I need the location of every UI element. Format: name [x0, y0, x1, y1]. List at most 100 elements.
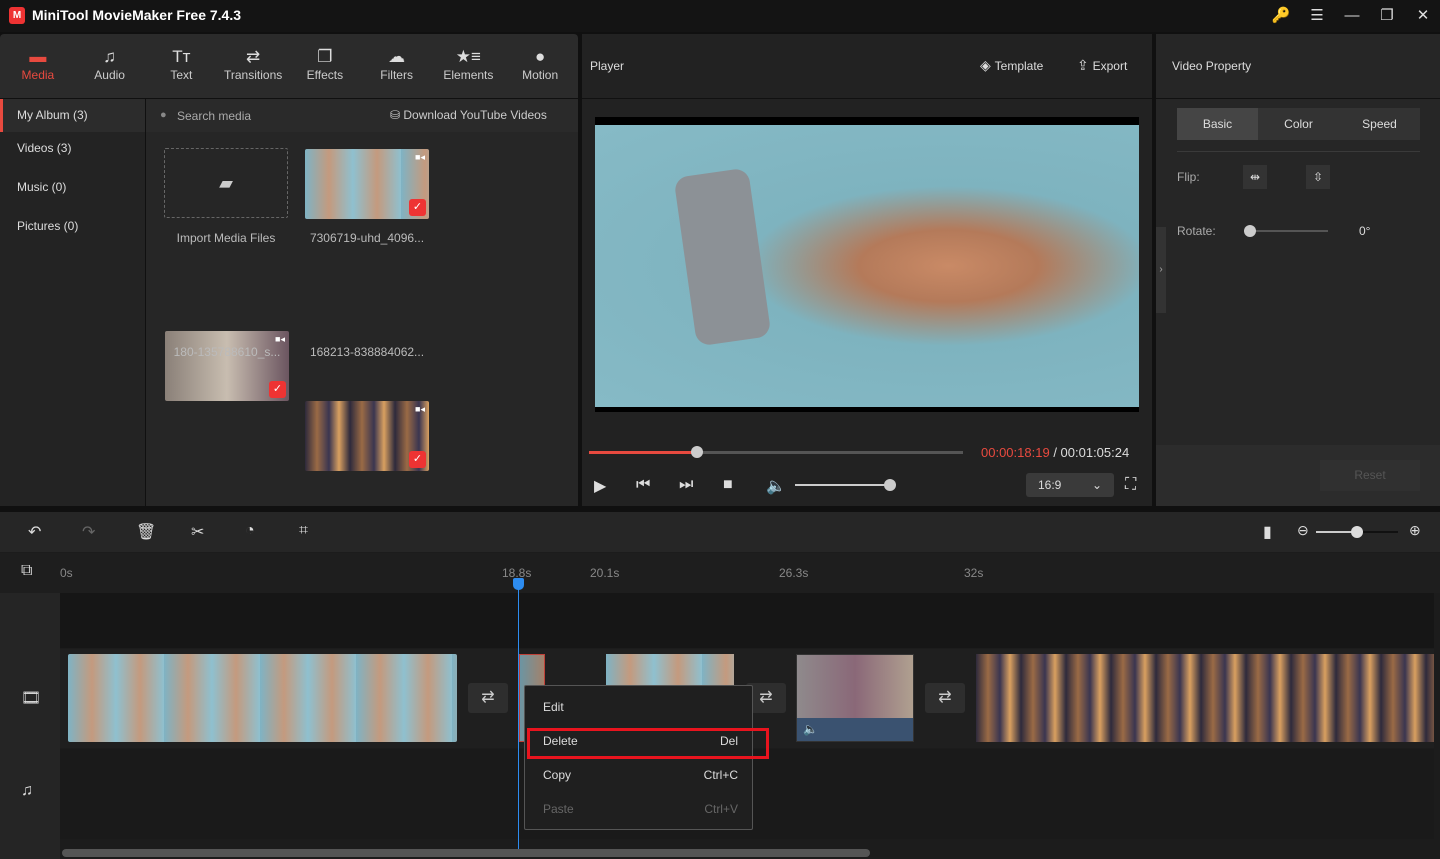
crop-icon[interactable]: ⌗: [299, 522, 308, 540]
minimize-button[interactable]: —: [1340, 6, 1364, 26]
import-media-button[interactable]: ▰: [164, 148, 288, 218]
media-name: 180-135788610_s...: [173, 345, 281, 359]
transition-button[interactable]: ⇄: [468, 683, 508, 713]
video-clip[interactable]: [68, 654, 457, 742]
rotate-label: Rotate:: [1177, 224, 1216, 238]
property-tab-speed[interactable]: Speed: [1339, 108, 1420, 140]
speed-icon[interactable]: ◔: [245, 522, 255, 540]
tab-audio[interactable]: ♫ Audio: [74, 34, 146, 98]
folder-icon: ▬: [29, 47, 47, 66]
add-track-icon[interactable]: ⧉: [21, 562, 32, 580]
music-track-icon: ♫: [21, 782, 33, 799]
sidebar-item[interactable]: My Album (3): [0, 99, 145, 132]
ruler-tick: 20.1s: [590, 566, 620, 580]
tab-transitions[interactable]: ⇄ Transitions: [217, 34, 289, 98]
flip-vertical-button[interactable]: ⇳: [1306, 165, 1330, 189]
stop-button[interactable]: ■: [723, 476, 733, 494]
previous-frame-button[interactable]: ⏮: [636, 476, 650, 494]
menu-item-edit[interactable]: Edit: [543, 700, 738, 720]
redo-button[interactable]: ↷: [82, 522, 95, 542]
aspect-value: 16:9: [1038, 478, 1062, 492]
player-panel: Player ◈ Template ⇪ Export 00:00:18:19 /…: [582, 34, 1152, 506]
main-toolbar: ▬ Media ♫ Audio Tт Text ⇄ Transitions ❐ Effects ☁ F…: [0, 34, 578, 98]
aspect-ratio-select[interactable]: 16:9 ⌄: [1026, 473, 1114, 497]
rotate-slider[interactable]: [1244, 225, 1328, 237]
progress-slider[interactable]: [589, 446, 963, 458]
media-name: 7306719-uhd_4096...: [309, 231, 425, 245]
property-tab-color[interactable]: Color: [1258, 108, 1339, 140]
video-clip[interactable]: 🔈: [796, 654, 914, 742]
app-title: MiniTool MovieMaker Free 7.4.3: [32, 7, 242, 23]
tab-elements[interactable]: ★≡ Elements: [433, 34, 505, 98]
fit-timeline-icon[interactable]: ▮: [1263, 522, 1272, 542]
next-frame-button[interactable]: ⏭: [679, 476, 693, 494]
collapse-panel-button[interactable]: ›: [1156, 227, 1166, 313]
album-sidebar: My Album (3) Videos (3) Music (0) Pictures …: [0, 99, 145, 506]
search-input[interactable]: Search media: [177, 109, 251, 123]
ruler-tick: 0s: [60, 566, 73, 580]
zoom-slider[interactable]: [1316, 526, 1398, 538]
app-logo: M: [9, 7, 25, 24]
ruler-tick: 26.3s: [779, 566, 809, 580]
transition-button[interactable]: ⇄: [925, 683, 965, 713]
video-preview[interactable]: [595, 117, 1139, 412]
highlight-box: [527, 728, 769, 759]
undo-button[interactable]: ↶: [28, 522, 41, 542]
media-library: ● Search media ⛁ Download YouTube Videos…: [146, 99, 578, 506]
flip-horizontal-button[interactable]: ⇹: [1243, 165, 1267, 189]
flip-label: Flip:: [1177, 170, 1200, 184]
tab-motion[interactable]: ● Motion: [504, 34, 576, 98]
menu-icon[interactable]: ☰: [1305, 6, 1329, 26]
title-bar: M MiniTool MovieMaker Free 7.4.3 🔑 ☰ — ❐…: [0, 0, 1440, 32]
export-button[interactable]: ⇪ Export: [1077, 57, 1127, 74]
zoom-in-icon[interactable]: ⊕: [1409, 522, 1421, 539]
rotate-value: 0°: [1359, 224, 1371, 238]
ruler-tick: 32s: [964, 566, 984, 580]
video-icon: ■◂: [275, 334, 285, 344]
music-icon: ♫: [103, 47, 116, 66]
folder-icon: ▰: [219, 173, 233, 193]
youtube-icon: ⛁: [390, 108, 404, 122]
delete-icon[interactable]: 🗑: [136, 522, 156, 542]
menu-item-copy[interactable]: Copy Ctrl+C: [543, 768, 738, 788]
volume-icon[interactable]: 🔈: [766, 476, 786, 496]
property-tab-basic[interactable]: Basic: [1177, 108, 1258, 140]
fullscreen-icon[interactable]: ⛶: [1125, 476, 1136, 494]
playhead[interactable]: [513, 578, 524, 849]
tab-media[interactable]: ▬ Media: [2, 34, 74, 98]
elements-icon: ★≡: [455, 47, 481, 66]
media-item[interactable]: ■◂ ✓: [305, 401, 429, 471]
scissors-icon[interactable]: ✂: [191, 522, 204, 542]
sidebar-item[interactable]: Pictures (0): [0, 210, 145, 249]
check-icon: ✓: [409, 199, 426, 216]
clip-audio-icon: 🔈: [797, 718, 913, 741]
sidebar-item[interactable]: Music (0): [0, 171, 145, 210]
video-clip[interactable]: [976, 654, 1434, 742]
chevron-down-icon: ⌄: [1091, 478, 1102, 492]
horizontal-scrollbar[interactable]: [62, 849, 870, 857]
play-button[interactable]: ▶: [594, 476, 606, 496]
download-youtube-button[interactable]: ⛁ Download YouTube Videos: [390, 108, 547, 122]
layers-icon: ◈: [980, 57, 995, 73]
upload-icon: ⇪: [1077, 57, 1093, 73]
total-time: / 00:01:05:24: [1053, 445, 1130, 460]
close-button[interactable]: ✕: [1411, 6, 1435, 26]
template-button[interactable]: ◈ Template: [980, 57, 1043, 74]
tab-effects[interactable]: ❐ Effects: [289, 34, 361, 98]
volume-slider[interactable]: [795, 479, 896, 491]
tab-filters[interactable]: ☁ Filters: [361, 34, 433, 98]
key-icon[interactable]: 🔑: [1269, 6, 1293, 26]
tab-text[interactable]: Tт Text: [146, 34, 218, 98]
import-label: Import Media Files: [176, 231, 276, 245]
current-time: 00:00:18:19: [981, 445, 1050, 460]
check-icon: ✓: [269, 381, 286, 398]
menu-item-paste[interactable]: Paste Ctrl+V: [543, 802, 738, 822]
reset-button[interactable]: Reset: [1320, 460, 1420, 491]
zoom-out-icon[interactable]: ⊖: [1297, 522, 1309, 539]
maximize-button[interactable]: ❐: [1375, 6, 1399, 26]
media-item[interactable]: ■◂ ✓: [305, 149, 429, 219]
media-item[interactable]: ■◂ ✓: [165, 331, 289, 401]
check-icon: ✓: [409, 451, 426, 468]
property-title: Video Property: [1172, 59, 1252, 73]
sidebar-item[interactable]: Videos (3): [0, 132, 145, 171]
